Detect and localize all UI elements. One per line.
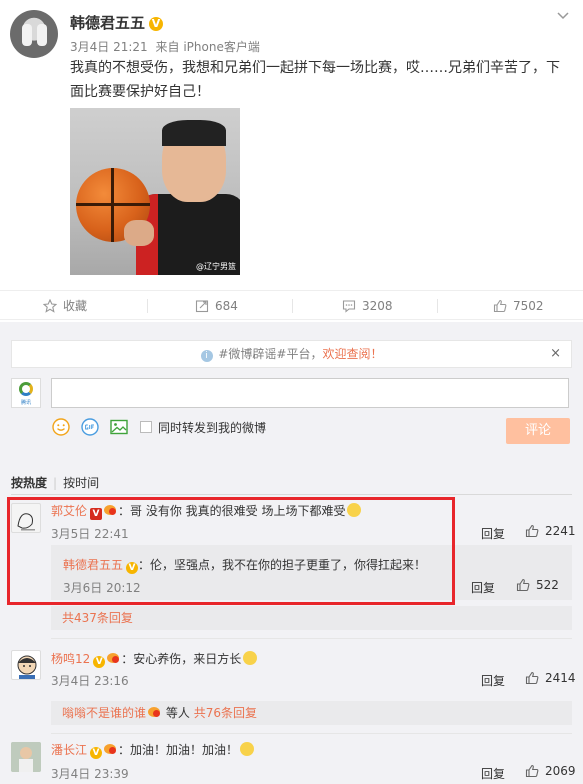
divider — [11, 494, 572, 495]
commenter-name[interactable]: 杨鸣12 — [51, 652, 90, 666]
emoji-icon[interactable] — [51, 417, 71, 437]
sub-reply-button[interactable]: 回复 — [471, 579, 495, 596]
notice-text: #微博辟谣#平台， — [218, 347, 323, 361]
commenter-avatar[interactable] — [11, 742, 41, 772]
comment-text: ：安心养伤，来日方长 — [121, 652, 242, 666]
commenter-avatar[interactable] — [11, 650, 41, 680]
divider — [51, 638, 572, 639]
gif-icon[interactable] — [80, 417, 100, 437]
image-upload-icon[interactable] — [109, 417, 129, 437]
thumbs-up-icon — [516, 578, 530, 592]
vip-badge-icon — [104, 743, 118, 755]
like-button[interactable]: 7502 — [493, 291, 544, 321]
comment-like-button[interactable]: 2414 — [525, 671, 576, 685]
post-meta: 3月4日 21:21 来自 iPhone客户端 — [70, 38, 260, 55]
comment-2: 杨鸣12 V ：安心养伤，来日方长 — [51, 650, 258, 668]
comment-submit-button[interactable]: 评论 — [506, 418, 570, 444]
post-text: 我真的不想受伤，我想和兄弟们一起拼下每一场比赛，哎……兄弟们辛苦了，下面比赛要保… — [70, 60, 560, 100]
composer-tools: 同时转发到我的微博 — [51, 416, 266, 438]
notice-link[interactable]: 欢迎查阅！ — [322, 347, 382, 361]
vip-badge-icon — [107, 652, 121, 664]
comment-like-button[interactable]: 2069 — [525, 764, 576, 778]
reply-button[interactable]: 回复 — [481, 672, 505, 689]
commenter-name[interactable]: 潘长江 — [51, 743, 87, 757]
thumbs-up-icon — [525, 524, 539, 538]
more-replies-box: 嗡嗡不是谁的谁 等人 共76条回复 — [51, 701, 572, 725]
thumbs-up-icon — [525, 671, 539, 685]
thumbs-up-icon — [525, 764, 539, 778]
more-replies-mid: 等人 — [165, 706, 190, 720]
reply-user-link[interactable]: 嗡嗡不是谁的谁 — [62, 706, 146, 720]
favorite-label: 收藏 — [63, 299, 88, 313]
more-replies-link[interactable]: 共437条回复 — [62, 611, 133, 625]
comment-sort-tabs: 按热度 | 按时间 — [11, 476, 100, 490]
thumbs-up-icon — [493, 299, 507, 313]
author-name[interactable]: 韩德君五五 V — [70, 12, 164, 33]
avatar-brand-text: 腾讯 — [20, 400, 31, 406]
like-count: 7502 — [513, 299, 544, 313]
sync-repost-checkbox[interactable] — [140, 421, 152, 433]
comment-input[interactable] — [51, 378, 569, 408]
comment-like-count: 2414 — [545, 671, 576, 685]
post-source: 来自 iPhone客户端 — [155, 40, 260, 54]
sub-reply-like-button[interactable]: 522 — [516, 578, 559, 592]
comment-like-count: 2241 — [545, 524, 576, 538]
image-watermark: @辽宁男篮 — [196, 262, 236, 271]
favorite-button[interactable]: 收藏 — [43, 291, 87, 321]
verified-badge-icon: V — [93, 656, 106, 668]
post-action-bar: 收藏 684 3208 7502 — [0, 290, 583, 320]
verified-badge-icon: V — [149, 17, 164, 31]
sub-reply-like-count: 522 — [536, 578, 559, 592]
divider — [51, 733, 572, 734]
comment-time: 3月4日 23:16 — [51, 674, 129, 688]
more-replies-box: 共437条回复 — [51, 606, 572, 630]
comment-text: ：加油！加油！加油！ — [118, 743, 239, 757]
sort-by-hot-tab[interactable]: 按热度 — [11, 476, 47, 490]
repost-count: 684 — [215, 299, 238, 313]
star-icon — [43, 299, 57, 313]
crying-emoji-icon — [243, 651, 258, 665]
comment-button[interactable]: 3208 — [342, 291, 393, 321]
comment-icon — [342, 300, 356, 313]
close-icon[interactable]: × — [550, 341, 561, 367]
comment-time: 3月4日 23:39 — [51, 767, 129, 781]
sort-by-time-tab[interactable]: 按时间 — [63, 476, 99, 490]
reply-button[interactable]: 回复 — [481, 525, 505, 542]
post-image[interactable]: @辽宁男篮 — [70, 108, 240, 275]
repost-icon — [195, 300, 209, 313]
chevron-down-icon[interactable] — [557, 8, 569, 24]
comment-3: 潘长江 V ：加油！加油！加油！ — [51, 741, 255, 759]
comment-count: 3208 — [362, 299, 393, 313]
comment-like-button[interactable]: 2241 — [525, 524, 576, 538]
highlight-box — [7, 497, 455, 605]
post-date[interactable]: 3月4日 21:21 — [70, 40, 148, 54]
sync-repost-label[interactable]: 同时转发到我的微博 — [158, 419, 266, 436]
thumbs-up-emoji-icon — [240, 742, 255, 756]
info-icon: i — [200, 350, 213, 362]
reply-button[interactable]: 回复 — [481, 765, 505, 782]
vip-badge-icon — [148, 706, 162, 718]
author-name-text[interactable]: 韩德君五五 — [70, 14, 145, 32]
verified-badge-icon: V — [90, 747, 103, 759]
more-replies-link[interactable]: 共76条回复 — [194, 706, 257, 720]
author-avatar[interactable] — [10, 10, 58, 58]
repost-button[interactable]: 684 — [195, 291, 238, 321]
comment-like-count: 2069 — [545, 764, 576, 778]
rumor-notice-banner: i #微博辟谣#平台，欢迎查阅！ × — [11, 340, 572, 368]
weibo-post: 韩德君五五 V 3月4日 21:21 来自 iPhone客户端 我真的不想受伤，我… — [0, 0, 583, 290]
my-avatar[interactable]: 腾讯 — [11, 378, 41, 408]
